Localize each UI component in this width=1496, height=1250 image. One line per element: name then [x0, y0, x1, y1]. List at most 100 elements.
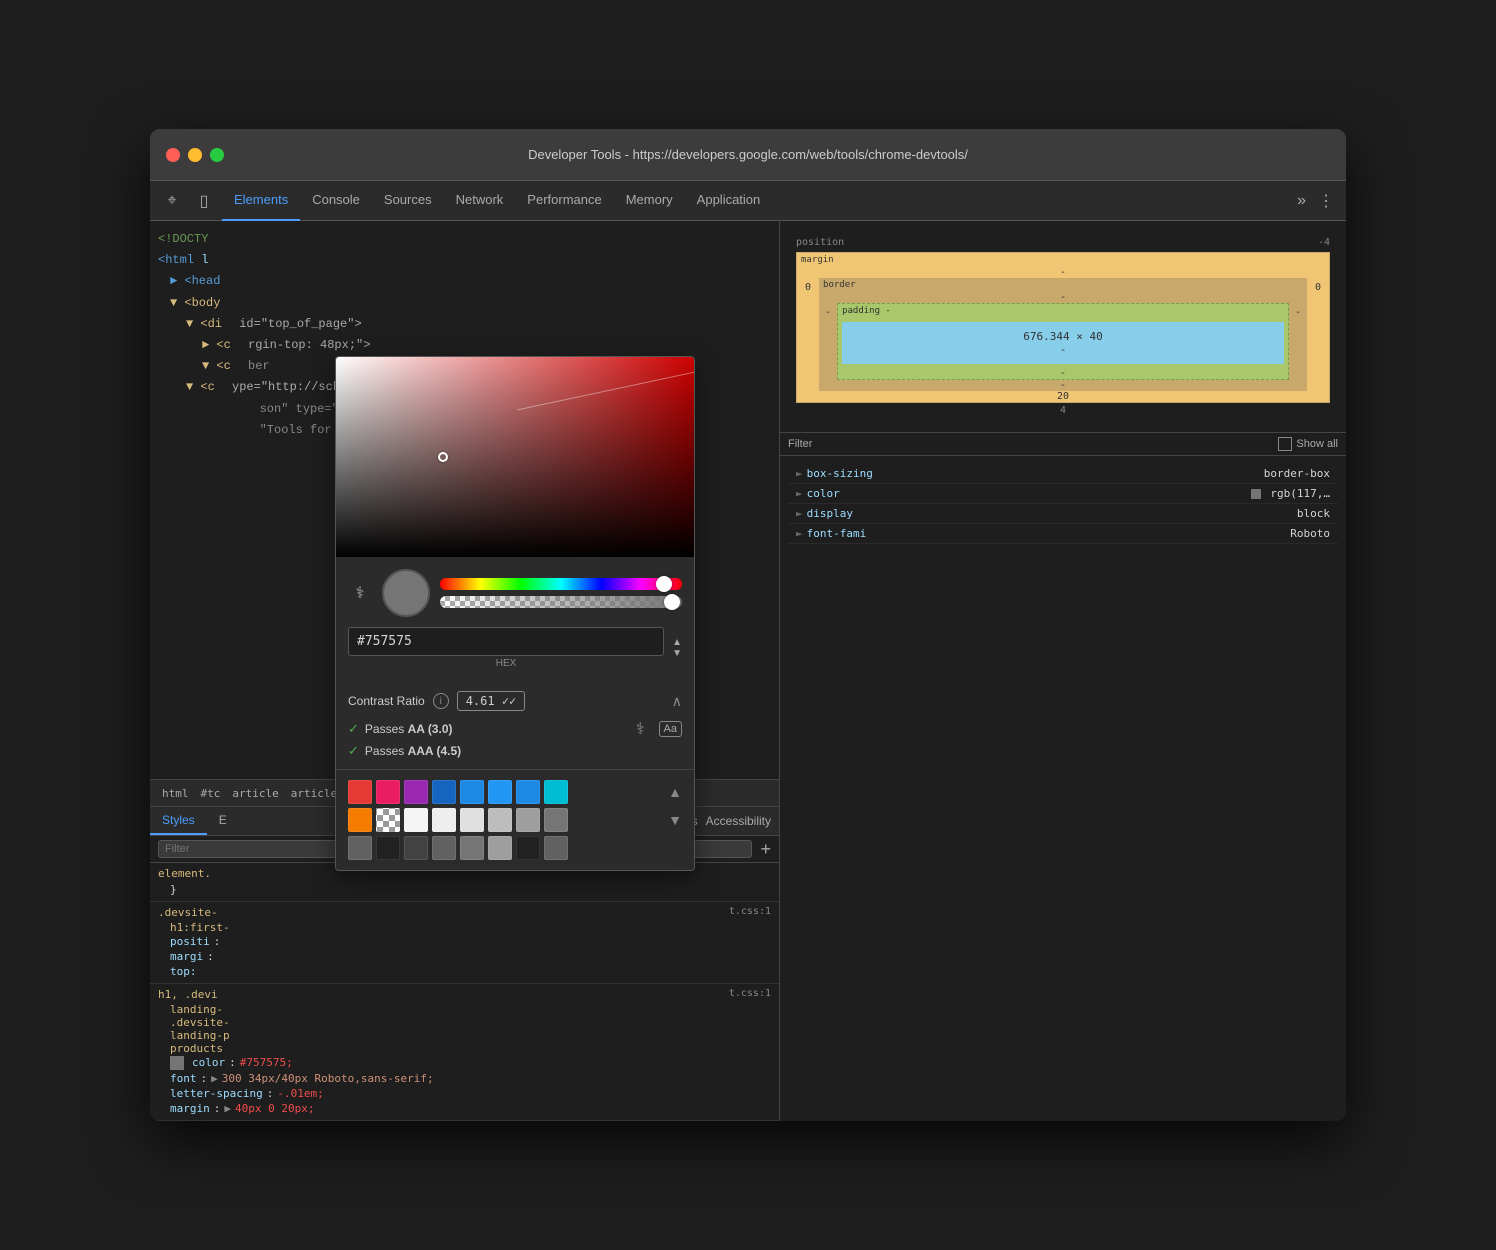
- swatch[interactable]: [460, 836, 484, 860]
- show-all-container: Show all: [1278, 437, 1338, 451]
- tab-memory[interactable]: Memory: [614, 181, 685, 221]
- aa-preview-button[interactable]: Aa: [659, 721, 682, 737]
- hex-arrows[interactable]: ▲ ▼: [672, 637, 682, 659]
- tab-console[interactable]: Console: [300, 181, 372, 221]
- color-swatch-inline[interactable]: [170, 1056, 184, 1070]
- outer-bottom-val: 4: [796, 405, 1330, 416]
- tab-application[interactable]: Application: [685, 181, 773, 221]
- swatches-section: ▲ ▼: [336, 770, 694, 870]
- swatch[interactable]: [516, 780, 540, 804]
- tab-event-listeners[interactable]: E: [207, 807, 239, 835]
- swatch[interactable]: [404, 780, 428, 804]
- swatch[interactable]: [488, 808, 512, 832]
- hue-thumb[interactable]: [656, 576, 672, 592]
- window-title: Developer Tools - https://developers.goo…: [528, 147, 968, 162]
- style-rule-h1: h1, .devit.css:1 landing- .devsite- land…: [150, 984, 779, 1121]
- html-line[interactable]: ▼ <body: [150, 293, 779, 314]
- html-line[interactable]: ▼ <di id="top_of_page">: [150, 314, 779, 335]
- swatch[interactable]: [460, 808, 484, 832]
- box-padding: padding - 676.344 × 40 - -: [837, 303, 1289, 380]
- show-all-checkbox[interactable]: [1278, 437, 1292, 451]
- tab-network[interactable]: Network: [444, 181, 516, 221]
- swatch[interactable]: [376, 836, 400, 860]
- devtools-window: Developer Tools - https://developers.goo…: [150, 129, 1346, 1121]
- passes-aaa-row: ✓ Passes AAA (4.5): [348, 741, 682, 761]
- swatch[interactable]: [404, 836, 428, 860]
- maximize-button[interactable]: [210, 148, 224, 162]
- contrast-value: 4.61 ✓✓: [457, 691, 526, 711]
- passes-aa-text: Passes AA (3.0): [365, 722, 453, 736]
- tab-sources[interactable]: Sources: [372, 181, 444, 221]
- main-content: <!DOCTY <html l ► <head ▼ <body ▼ <di id…: [150, 221, 1346, 1121]
- passes-aa-row: ✓ Passes AA (3.0) ⚕ Aa: [348, 717, 682, 741]
- swatch[interactable]: [348, 808, 372, 832]
- tab-performance[interactable]: Performance: [515, 181, 613, 221]
- swatch[interactable]: [488, 780, 512, 804]
- more-tabs-button[interactable]: »: [1289, 192, 1314, 210]
- color-cursor[interactable]: [438, 452, 448, 462]
- contrast-label: Contrast Ratio: [348, 694, 425, 708]
- hex-input[interactable]: [348, 627, 664, 656]
- box-margin: margin - 0 border - - padding: [796, 252, 1330, 403]
- swatches-row-1: ▲: [348, 780, 682, 804]
- add-style-button[interactable]: +: [760, 840, 771, 858]
- computed-prop-color: ► color rgb(117,…: [788, 484, 1338, 504]
- computed-filter-bar: Filter Show all: [780, 433, 1346, 456]
- opacity-slider[interactable]: [440, 596, 682, 608]
- breadcrumb-article[interactable]: article: [228, 785, 282, 802]
- accessibility-tab[interactable]: Accessibility: [706, 814, 771, 828]
- content-size: 676.344 × 40: [846, 330, 1280, 343]
- swatch[interactable]: [348, 836, 372, 860]
- close-button[interactable]: [166, 148, 180, 162]
- swatches-grid: ▲ ▼: [348, 780, 682, 860]
- swatches-row-3: [348, 836, 682, 860]
- minimize-button[interactable]: [188, 148, 202, 162]
- swatch[interactable]: [516, 836, 540, 860]
- computed-filter-label: Filter: [788, 438, 812, 450]
- swatch[interactable]: [432, 808, 456, 832]
- swatch-transparent[interactable]: [376, 808, 400, 832]
- breadcrumb-html[interactable]: html: [158, 785, 193, 802]
- swatch[interactable]: [544, 780, 568, 804]
- margin-right: 0: [1307, 278, 1329, 391]
- tab-elements[interactable]: Elements: [222, 181, 300, 221]
- swatch[interactable]: [544, 808, 568, 832]
- swatches-row-2: ▼: [348, 808, 682, 832]
- swatch[interactable]: [376, 780, 400, 804]
- swatch[interactable]: [432, 836, 456, 860]
- swatch[interactable]: [404, 808, 428, 832]
- computed-properties: ► box-sizing border-box ► color rgb(117,…: [780, 456, 1346, 552]
- tab-styles[interactable]: Styles: [150, 807, 207, 835]
- html-line[interactable]: ► <c rgin-top: 48px;">: [150, 335, 779, 356]
- swatches-scroll-down[interactable]: ▼: [668, 812, 682, 828]
- kebab-menu-button[interactable]: ⋮: [1314, 191, 1338, 211]
- html-line[interactable]: ► <head: [150, 271, 779, 292]
- hex-label: HEX: [348, 658, 664, 669]
- color-gradient[interactable]: [336, 357, 694, 557]
- opacity-thumb[interactable]: [664, 594, 680, 610]
- swatch[interactable]: [488, 836, 512, 860]
- html-line[interactable]: <html l: [150, 250, 779, 271]
- computed-prop-box-sizing: ► box-sizing border-box: [788, 464, 1338, 484]
- swatch[interactable]: [544, 836, 568, 860]
- swatch[interactable]: [460, 780, 484, 804]
- swatch[interactable]: [516, 808, 540, 832]
- color-swatch-computed: [1251, 489, 1261, 499]
- device-icon[interactable]: ▯: [190, 187, 218, 215]
- inspector-icon[interactable]: ⌖: [158, 187, 186, 215]
- breadcrumb-hash-tc[interactable]: #tc: [197, 785, 225, 802]
- aa-eyedropper-icon[interactable]: ⚕: [636, 719, 645, 739]
- swatch[interactable]: [432, 780, 456, 804]
- picker-sliders-row: ⚕: [348, 569, 682, 617]
- box-content: 676.344 × 40 -: [842, 322, 1284, 364]
- content-dash: -: [846, 343, 1280, 356]
- hue-slider[interactable]: [440, 578, 682, 590]
- eyedropper-icon[interactable]: ⚕: [348, 583, 372, 603]
- contrast-info-icon[interactable]: i: [433, 693, 449, 709]
- swatches-scroll-up[interactable]: ▲: [668, 784, 682, 800]
- hue-slider-wrap: [440, 578, 682, 608]
- swatch[interactable]: [348, 780, 372, 804]
- contrast-expand-icon[interactable]: ∧: [672, 693, 682, 710]
- devtools-tab-bar: ⌖ ▯ Elements Console Sources Network Per…: [150, 181, 1346, 221]
- hex-row: HEX ▲ ▼: [348, 627, 682, 669]
